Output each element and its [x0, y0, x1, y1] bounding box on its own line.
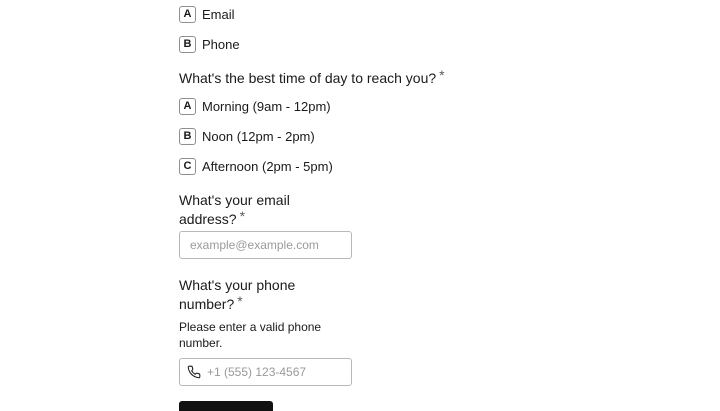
email-field[interactable]: [179, 231, 352, 259]
time-question: What's the best time of day to reach you…: [179, 67, 445, 88]
option-label: Noon (12pm - 2pm): [202, 128, 315, 144]
phone-input[interactable]: [201, 365, 351, 379]
option-morning[interactable]: A Morning (9am - 12pm): [179, 96, 331, 116]
phone-field[interactable]: [179, 358, 352, 386]
option-key: C: [179, 157, 196, 175]
phone-helper-text: Please enter a valid phone number.: [179, 319, 329, 351]
option-label: Email: [202, 6, 235, 22]
option-noon[interactable]: B Noon (12pm - 2pm): [179, 126, 315, 146]
option-phone[interactable]: B Phone: [179, 34, 240, 54]
option-key: A: [179, 97, 196, 115]
option-key: A: [179, 5, 196, 23]
email-question-line2: address?: [179, 211, 237, 227]
option-label: Phone: [202, 36, 240, 52]
phone-helper-line1: Please enter a valid phone: [179, 320, 322, 334]
required-mark: *: [237, 293, 243, 309]
option-key: B: [179, 127, 196, 145]
phone-icon: [187, 365, 201, 379]
option-label: Afternoon (2pm - 5pm): [202, 158, 333, 174]
email-question-line1: What's your email: [179, 192, 290, 208]
required-mark: *: [439, 67, 445, 83]
email-question: What's your email address? *: [179, 191, 290, 229]
phone-helper-line2: number.: [179, 336, 223, 350]
option-label: Morning (9am - 12pm): [202, 98, 331, 114]
phone-question: What's your phone number? *: [179, 276, 295, 314]
phone-question-line2: number?: [179, 296, 235, 312]
option-email[interactable]: A Email: [179, 4, 235, 24]
submit-button[interactable]: [179, 401, 273, 411]
time-question-text: What's the best time of day to reach you…: [179, 70, 437, 86]
option-key: B: [179, 35, 196, 53]
email-input[interactable]: [180, 238, 351, 252]
required-mark: *: [239, 208, 246, 224]
option-afternoon[interactable]: C Afternoon (2pm - 5pm): [179, 156, 333, 176]
